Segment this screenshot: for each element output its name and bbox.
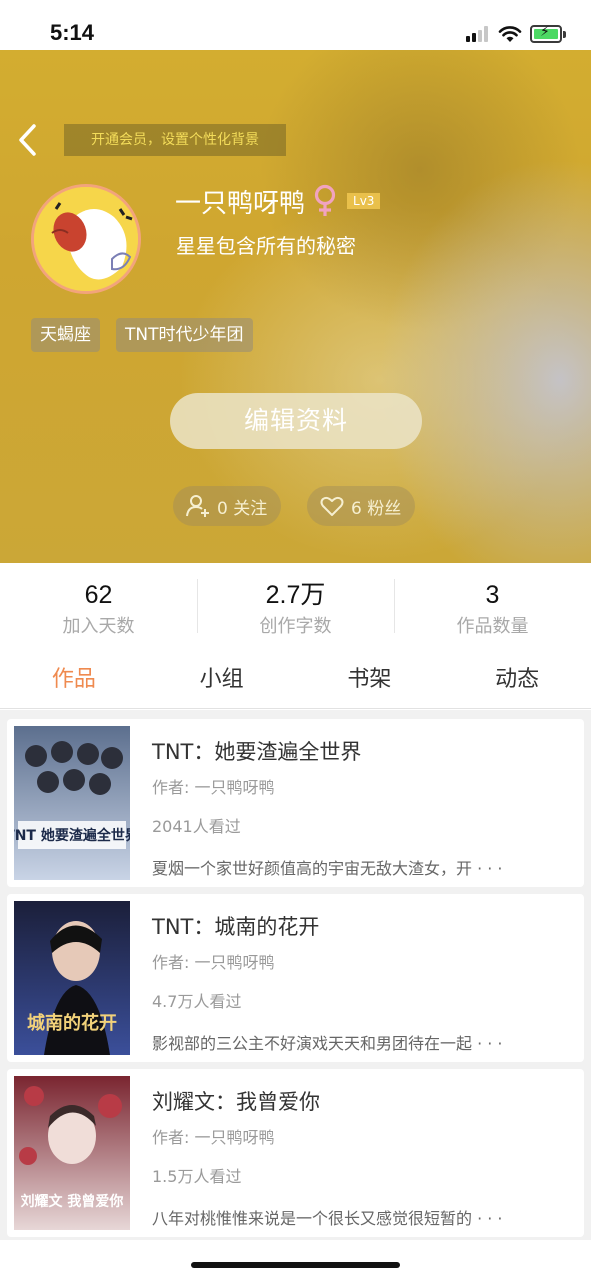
avatar-duck-image	[34, 187, 138, 291]
list-item[interactable]: 刘耀文 我曾爱你 刘耀文：我曾爱你 作者: 一只鸭呀鸭 1.5万人看过 八年对桃…	[7, 1069, 584, 1237]
stat-join-days[interactable]: 62 加入天数	[0, 563, 197, 653]
status-bar: 5:14 ⚡	[0, 0, 591, 50]
tag-group[interactable]: TNT时代少年团	[116, 318, 253, 352]
home-indicator[interactable]	[191, 1262, 400, 1268]
stat-value: 62	[84, 581, 113, 609]
list-item[interactable]: TNT 她要渣遍全世界 TNT：她要渣遍全世界 作者: 一只鸭呀鸭 2041人看…	[7, 719, 584, 887]
profile-header: 开通会员，设置个性化背景 一只鸭呀鸭 Lv3 星星包含所有的秘密 天蝎座 TNT…	[0, 50, 591, 563]
stat-word-count[interactable]: 2.7万 创作字数	[197, 563, 394, 653]
username: 一只鸭呀鸭	[175, 188, 306, 219]
female-gender-icon	[314, 184, 336, 216]
cellular-signal-icon	[466, 26, 492, 42]
add-user-icon	[186, 495, 209, 517]
battery-icon: ⚡	[530, 24, 562, 43]
profile-tabs: 作品 小组 书架 动态	[0, 653, 591, 709]
stat-label: 加入天数	[62, 616, 135, 637]
stat-value: 2.7万	[265, 581, 326, 609]
avatar[interactable]	[31, 184, 141, 294]
work-author: 作者: 一只鸭呀鸭	[152, 1128, 275, 1147]
status-time: 5:14	[50, 20, 95, 45]
level-badge: Lv3	[347, 193, 381, 209]
following-label: 0 关注	[217, 498, 268, 519]
work-description: 影视部的三公主不好演戏天天和男团待在一起 · · ·	[152, 1034, 503, 1053]
fans-button[interactable]: 6 粉丝	[307, 486, 416, 526]
tab-works[interactable]: 作品	[0, 653, 148, 708]
tag-zodiac[interactable]: 天蝎座	[31, 318, 100, 352]
stat-value: 3	[485, 581, 500, 609]
vip-background-banner[interactable]: 开通会员，设置个性化背景	[64, 124, 286, 156]
signature: 星星包含所有的秘密	[176, 234, 356, 258]
stat-label: 作品数量	[456, 616, 529, 637]
battery-cap	[563, 31, 566, 38]
work-title: TNT：她要渣遍全世界	[152, 740, 362, 764]
work-author: 作者: 一只鸭呀鸭	[152, 778, 275, 797]
heart-icon	[320, 496, 344, 516]
work-author: 作者: 一只鸭呀鸭	[152, 953, 275, 972]
work-description: 夏烟一个家世好颜值高的宇宙无敌大渣女，开 · · ·	[152, 859, 503, 878]
edit-profile-button[interactable]: 编辑资料	[170, 393, 422, 449]
cover-title: 刘耀文 我曾爱你	[21, 1193, 124, 1210]
list-item[interactable]: 城南的花开 TNT：城南的花开 作者: 一只鸭呀鸭 4.7万人看过 影视部的三公…	[7, 894, 584, 1062]
book-cover-image: 刘耀文 我曾爱你	[14, 1076, 130, 1230]
work-views: 1.5万人看过	[152, 1167, 242, 1186]
fans-label: 6 粉丝	[351, 498, 402, 519]
following-button[interactable]: 0 关注	[173, 486, 282, 526]
works-list: TNT 她要渣遍全世界 TNT：她要渣遍全世界 作者: 一只鸭呀鸭 2041人看…	[0, 710, 591, 1240]
tag-list: 天蝎座 TNT时代少年团	[31, 318, 253, 352]
book-cover-image: 城南的花开	[14, 901, 130, 1055]
tab-groups[interactable]: 小组	[148, 653, 296, 708]
tab-bookshelf[interactable]: 书架	[296, 653, 444, 708]
stat-work-count[interactable]: 3 作品数量	[394, 563, 591, 653]
tab-activity[interactable]: 动态	[443, 653, 591, 708]
work-title: TNT：城南的花开	[152, 915, 320, 939]
stat-label: 创作字数	[259, 616, 332, 637]
book-cover-image: TNT 她要渣遍全世界	[14, 726, 130, 880]
cover-title: 城南的花开	[27, 1012, 117, 1034]
cover-title: TNT 她要渣遍全世界	[14, 827, 130, 844]
work-title: 刘耀文：我曾爱你	[152, 1090, 320, 1114]
stats-row: 62 加入天数 2.7万 创作字数 3 作品数量	[0, 563, 591, 653]
name-row: 一只鸭呀鸭 Lv3	[175, 183, 381, 219]
work-views: 2041人看过	[152, 817, 241, 836]
work-views: 4.7万人看过	[152, 992, 242, 1011]
work-description: 八年对桃惟惟来说是一个很长又感觉很短暂的 · · ·	[152, 1209, 503, 1228]
back-arrow-icon[interactable]	[14, 122, 42, 158]
wifi-icon	[498, 26, 522, 42]
